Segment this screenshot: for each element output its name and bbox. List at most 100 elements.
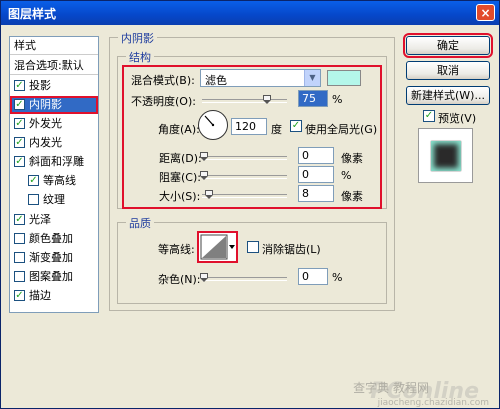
ok-button-label: 确定 [437, 39, 459, 52]
list-item-label: 颜色叠加 [29, 232, 73, 245]
list-item-label: 斜面和浮雕 [29, 155, 84, 168]
distance-label: 距离(D): [159, 152, 202, 165]
list-item-styles[interactable]: 样式 [10, 37, 98, 55]
distance-input[interactable]: 0 [298, 147, 334, 164]
cancel-button[interactable]: 取消 [406, 61, 490, 80]
styles-list: 样式 混合选项:默认 ✓ 投影 ✓ 内阴影 ✓ 外发光 ✓ 内发光 ✓ 斜面和浮… [9, 36, 99, 313]
choke-slider-track[interactable] [202, 175, 287, 179]
distance-slider-thumb[interactable] [200, 152, 208, 161]
shadow-color-swatch[interactable] [327, 70, 361, 86]
new-style-button[interactable]: 新建样式(W)... [406, 86, 490, 105]
noise-slider-track[interactable] [202, 277, 287, 281]
opacity-slider-thumb[interactable] [263, 95, 271, 104]
layer-style-dialog: 图层样式 × 样式 混合选项:默认 ✓ 投影 ✓ 内阴影 ✓ 外发光 ✓ 内发光… [0, 0, 500, 409]
checkbox-texture[interactable] [28, 194, 39, 205]
cancel-button-label: 取消 [437, 64, 459, 77]
checkbox-inner-glow[interactable]: ✓ [14, 137, 25, 148]
inner-shadow-title: 内阴影 [118, 30, 157, 46]
size-label: 大小(S): [159, 190, 201, 203]
angle-label: 角度(A): [158, 123, 200, 136]
angle-needle-icon [204, 115, 215, 127]
distance-value: 0 [302, 149, 309, 162]
contour-curve-icon [200, 234, 235, 260]
opacity-input[interactable]: 75 [298, 90, 328, 107]
blend-mode-value: 滤色 [205, 74, 227, 87]
checkbox-outer-glow[interactable]: ✓ [14, 118, 25, 129]
choke-input[interactable]: 0 [298, 166, 334, 183]
choke-label: 阻塞(C): [159, 171, 201, 184]
preview-checkbox[interactable]: ✓ [423, 110, 435, 122]
size-slider-thumb[interactable] [205, 190, 213, 199]
noise-input[interactable]: 0 [298, 268, 328, 285]
list-item-blend-options[interactable]: 混合选项:默认 [10, 57, 98, 75]
list-item-inner-glow[interactable]: ✓ 内发光 [10, 134, 98, 152]
watermark-sub: 查字典 教程网 [353, 381, 429, 395]
list-item-outer-glow[interactable]: ✓ 外发光 [10, 115, 98, 133]
list-item-color-overlay[interactable]: 颜色叠加 [10, 230, 98, 248]
list-item-label: 光泽 [29, 213, 51, 226]
list-item-bevel-emboss[interactable]: ✓ 斜面和浮雕 [10, 153, 98, 171]
checkbox-color-overlay[interactable] [14, 233, 25, 244]
choke-slider-thumb[interactable] [200, 171, 208, 180]
checkbox-contour[interactable]: ✓ [28, 175, 39, 186]
opacity-label: 不透明度(O): [131, 95, 196, 108]
blend-mode-label: 混合模式(B): [131, 74, 195, 87]
angle-input[interactable]: 120 [231, 118, 267, 135]
list-item-label: 纹理 [43, 193, 65, 206]
checkbox-stroke[interactable]: ✓ [14, 290, 25, 301]
distance-slider-track[interactable] [202, 156, 287, 160]
checkbox-pattern-overlay[interactable] [14, 271, 25, 282]
title-bar[interactable]: 图层样式 × [1, 1, 499, 25]
window-title: 图层样式 [8, 7, 57, 21]
close-button[interactable]: × [476, 4, 495, 21]
list-item-label: 内阴影 [29, 98, 62, 111]
ok-button[interactable]: 确定 [403, 33, 493, 58]
checkbox-satin[interactable]: ✓ [14, 214, 25, 225]
noise-label: 杂色(N): [158, 273, 201, 286]
list-item-contour[interactable]: ✓ 等高线 [10, 172, 98, 190]
list-item-label: 描边 [29, 289, 51, 302]
list-item-label: 样式 [14, 39, 36, 52]
list-item-pattern-overlay[interactable]: 图案叠加 [10, 268, 98, 286]
opacity-value: 75 [302, 92, 316, 105]
list-item-inner-shadow[interactable]: ✓ 内阴影 [10, 96, 98, 114]
anti-alias-checkbox[interactable] [247, 241, 259, 253]
checkbox-drop-shadow[interactable]: ✓ [14, 80, 25, 91]
list-item-stroke[interactable]: ✓ 描边 [10, 287, 98, 305]
angle-unit: 度 [271, 123, 282, 136]
quality-title: 品质 [126, 215, 154, 231]
size-value: 8 [302, 187, 309, 200]
size-input[interactable]: 8 [298, 185, 334, 202]
angle-dial[interactable] [198, 110, 228, 140]
list-item-label: 等高线 [43, 174, 76, 187]
list-item-label: 渐变叠加 [29, 251, 73, 264]
noise-value: 0 [302, 270, 309, 283]
structure-title: 结构 [126, 49, 154, 65]
checkbox-inner-shadow[interactable]: ✓ [14, 99, 25, 110]
checkbox-gradient-overlay[interactable] [14, 252, 25, 263]
list-item-drop-shadow[interactable]: ✓ 投影 [10, 77, 98, 95]
list-item-label: 外发光 [29, 117, 62, 130]
size-unit: 像素 [341, 190, 363, 203]
opacity-slider-track[interactable] [202, 99, 287, 103]
quality-group: 品质 [117, 215, 387, 304]
angle-value: 120 [235, 120, 256, 133]
anti-alias-label: 消除锯齿(L) [262, 243, 321, 256]
choke-value: 0 [302, 168, 309, 181]
style-preview-thumbnail [418, 128, 473, 183]
distance-unit: 像素 [341, 152, 363, 165]
contour-picker[interactable] [197, 231, 238, 263]
list-item-label: 图案叠加 [29, 270, 73, 283]
close-icon: × [480, 6, 491, 20]
size-slider-track[interactable] [202, 194, 287, 198]
global-light-checkbox[interactable]: ✓ [290, 120, 302, 132]
blend-mode-select[interactable]: 滤色 ▼ [200, 69, 321, 87]
checkbox-bevel-emboss[interactable]: ✓ [14, 156, 25, 167]
list-item-gradient-overlay[interactable]: 渐变叠加 [10, 249, 98, 267]
noise-slider-thumb[interactable] [200, 273, 208, 282]
list-item-label: 投影 [29, 79, 51, 92]
list-item-texture[interactable]: 纹理 [10, 191, 98, 209]
new-style-button-label: 新建样式(W)... [411, 89, 485, 102]
contour-label: 等高线: [158, 243, 195, 256]
list-item-satin[interactable]: ✓ 光泽 [10, 211, 98, 229]
